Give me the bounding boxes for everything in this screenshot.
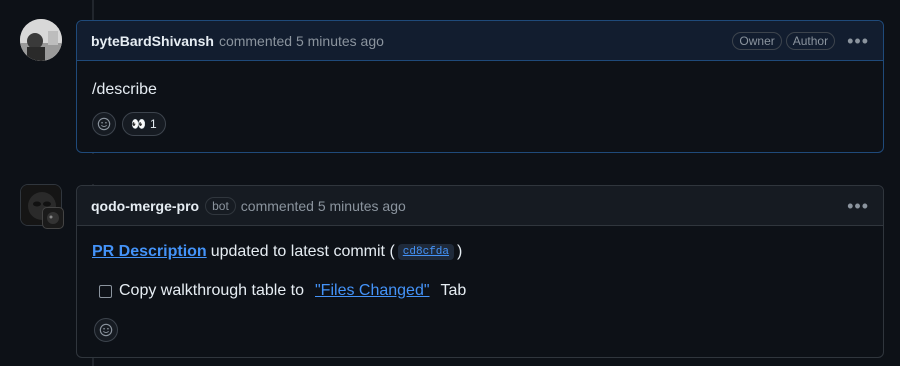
body-text: updated to latest commit ( [210,243,395,260]
commit-sha-link[interactable]: cd8cfda [397,244,454,260]
app-badge-icon [42,207,64,229]
comment-header: qodo-merge-pro bot commented 5 minutes a… [77,186,883,226]
author-badge: Author [785,31,836,50]
reaction-row: 👀 1 [92,112,166,136]
kebab-horizontal-icon[interactable]: ••• [847,32,869,50]
comment-timestamp[interactable]: commented 5 minutes ago [219,33,384,49]
comment-body-line: PR Description updated to latest commit … [92,243,462,261]
copy-walkthrough-checkbox[interactable] [99,284,112,298]
timeline-gap [90,154,96,184]
files-changed-link[interactable]: "Files Changed" [315,282,430,300]
checkbox-row: Copy walkthrough table to "Files Changed… [99,282,466,300]
comment-author[interactable]: qodo-merge-pro [91,198,199,214]
checkbox-label: Copy walkthrough table to [119,282,304,299]
comment-card: byteBardShivansh commented 5 minutes ago… [76,20,884,153]
comment-body: /describe [92,81,157,98]
eyes-reaction-button[interactable]: 👀 1 [122,112,166,136]
avatar[interactable] [20,19,62,61]
add-reaction-button[interactable] [94,318,118,342]
add-reaction-button[interactable] [92,112,116,136]
owner-badge: Owner [732,31,782,50]
comment-card: qodo-merge-pro bot commented 5 minutes a… [76,185,884,358]
smiley-icon [97,117,111,131]
pr-description-link[interactable]: PR Description [92,243,207,261]
eyes-icon: 👀 [131,117,146,131]
checkbox-label-tail: Tab [440,282,467,299]
reaction-count: 1 [149,117,157,131]
smiley-icon [99,323,113,337]
comment-timestamp[interactable]: commented 5 minutes ago [241,198,406,214]
user-photo-icon [20,19,62,61]
comment-author[interactable]: byteBardShivansh [91,33,214,49]
bot-badge: bot [205,196,236,215]
kebab-horizontal-icon[interactable]: ••• [847,197,869,215]
body-text-close: ) [457,243,463,260]
comment-header: byteBardShivansh commented 5 minutes ago… [77,21,883,61]
